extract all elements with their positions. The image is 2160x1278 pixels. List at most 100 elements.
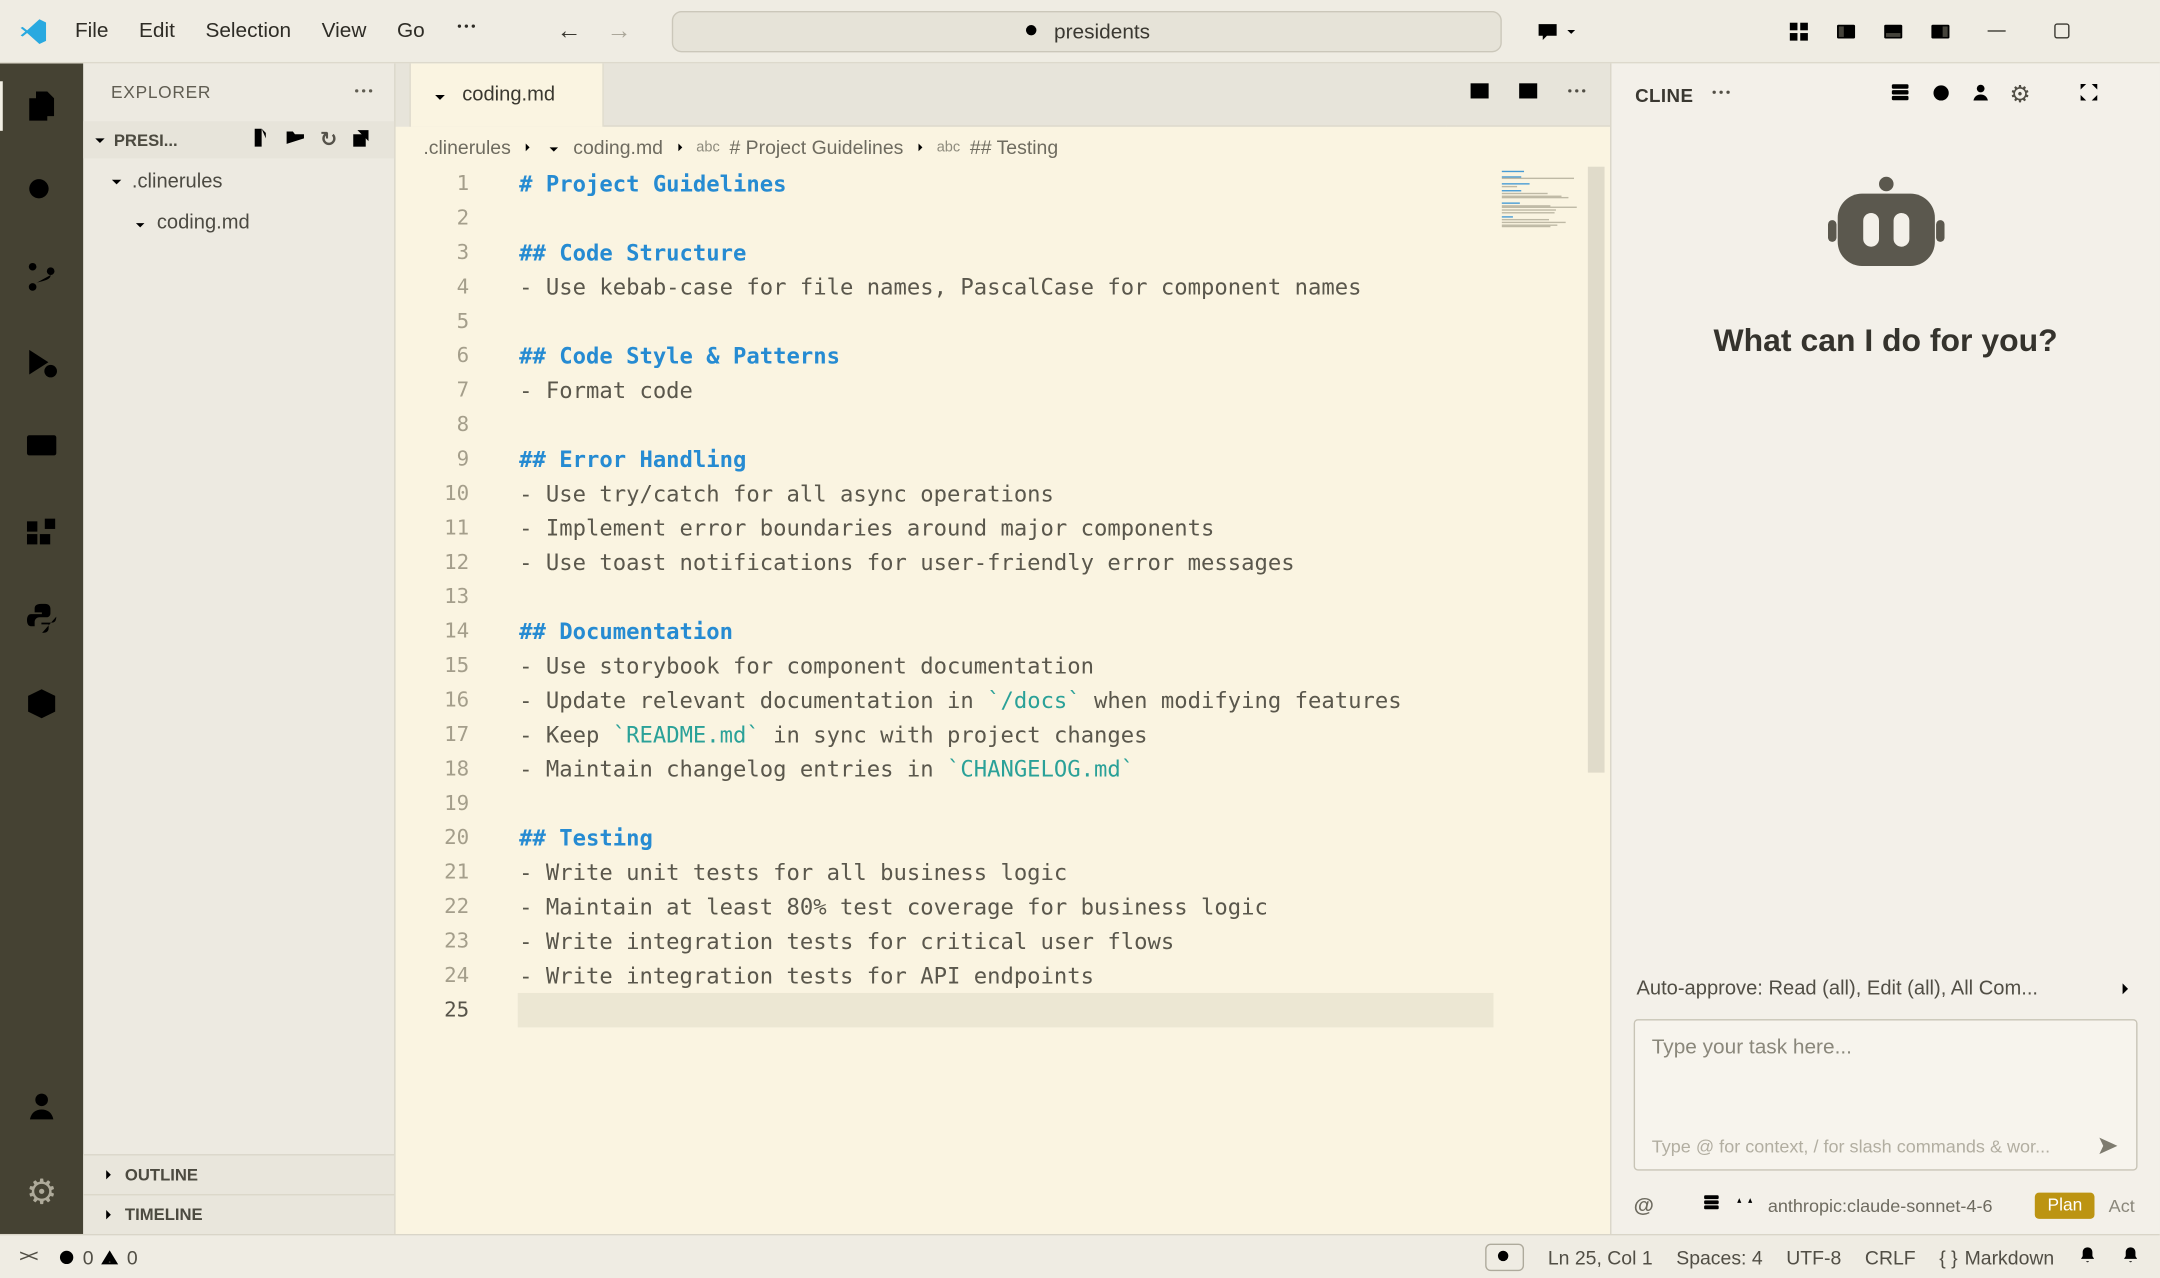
activity-settings[interactable]: ⚙ [0,1149,83,1234]
do-not-disturb-button[interactable] [2078,1245,2097,1268]
menu-more-icon[interactable] [440,10,493,51]
minimap[interactable] [1502,171,1583,231]
code-line[interactable]: 9## Error Handling [396,442,1611,476]
new-file-button[interactable] [250,127,272,153]
code-line[interactable]: 13 [396,580,1611,614]
maximize-button[interactable] [2029,0,2094,62]
code-line[interactable]: 17- Keep `README.md` in sync with projec… [396,718,1611,752]
code-line[interactable]: 19 [396,786,1611,820]
code-line[interactable]: 14## Documentation [396,614,1611,648]
code-line[interactable]: 5 [396,304,1611,338]
activity-explorer[interactable] [0,63,83,148]
menu-edit[interactable]: Edit [124,10,190,51]
language-mode[interactable]: { } Markdown [1939,1246,2054,1268]
activity-source-control[interactable] [0,234,83,319]
menu-go[interactable]: Go [382,10,440,51]
code-line[interactable]: 10- Use try/catch for all async operatio… [396,477,1611,511]
errors-item[interactable]: 0 0 [56,1246,137,1268]
split-editor-button[interactable] [1469,80,1491,109]
code-line[interactable]: 3## Code Structure [396,236,1611,270]
forward-button[interactable]: → [607,17,632,46]
breadcrumb-file[interactable]: coding.md [573,136,663,158]
collapse-all-button[interactable] [350,127,372,153]
zoom-indicator[interactable] [1485,1243,1524,1271]
command-center-search[interactable]: presidents [672,11,1502,52]
cost-scales-button[interactable] [1735,1192,1754,1218]
minimize-button[interactable] [1964,0,2029,62]
cline-mcp-button[interactable] [1889,81,1911,110]
breadcrumb-folder[interactable]: .clinerules [423,136,510,158]
notifications-button[interactable] [2121,1245,2140,1268]
tree-item-.clinerules[interactable]: .clinerules [83,161,394,202]
menu-selection[interactable]: Selection [190,10,306,51]
cline-new-task-button[interactable] [1848,81,1870,110]
editor-layout-button[interactable] [1517,80,1539,109]
cline-settings-button[interactable]: ⚙ [2009,83,2030,106]
send-icon[interactable] [2097,1135,2119,1157]
indentation[interactable]: Spaces: 4 [1676,1246,1762,1268]
mention-button[interactable]: @ [1634,1193,1654,1216]
code-line[interactable]: 4- Use kebab-case for file names, Pascal… [396,270,1611,304]
activity-run-debug[interactable] [0,320,83,405]
cline-more-button[interactable] [1710,81,1732,110]
activity-accounts[interactable] [0,1063,83,1148]
back-button[interactable]: ← [557,17,582,46]
code-line[interactable]: 11- Implement error boundaries around ma… [396,511,1611,545]
activity-extensions[interactable] [0,490,83,575]
tree-item-coding.md[interactable]: coding.md [83,202,394,243]
code-line[interactable]: 25 [396,993,1611,1027]
remote-indicator[interactable]: >< [19,1246,35,1267]
outline-section[interactable]: OUTLINE [83,1154,394,1194]
code-line[interactable]: 6## Code Style & Patterns [396,339,1611,373]
activity-containers[interactable] [0,661,83,746]
task-input[interactable]: Type your task here... Type @ for contex… [1634,1019,2138,1170]
cline-history-button[interactable] [1929,81,1951,110]
new-folder-button[interactable] [285,127,307,153]
code-line[interactable]: 23- Write integration tests for critical… [396,924,1611,958]
cline-expand-button[interactable] [2078,81,2100,110]
rules-button[interactable] [1701,1192,1720,1218]
activity-remote-explorer[interactable] [0,405,83,490]
code-line[interactable]: 2 [396,201,1611,235]
timeline-section[interactable]: TIMELINE [83,1194,394,1234]
encoding[interactable]: UTF-8 [1786,1246,1841,1268]
breadcrumb-symbol-2[interactable]: ## Testing [970,136,1058,158]
menu-view[interactable]: View [306,10,381,51]
toggle-panel-button[interactable] [1870,0,1917,62]
code-line[interactable]: 1# Project Guidelines [396,167,1611,201]
close-window-button[interactable] [2094,0,2159,62]
tab-coding-md[interactable]: coding.md [409,63,603,126]
menu-file[interactable]: File [60,10,124,51]
explorer-more-button[interactable] [353,79,375,105]
code-line[interactable]: 7- Format code [396,373,1611,407]
customize-layout-button[interactable] [1775,0,1822,62]
add-context-button[interactable] [1668,1192,1687,1218]
activity-python[interactable] [0,576,83,661]
editor-scrollbar[interactable] [1588,167,1605,773]
explorer-section-header[interactable]: PRESI... ↻ [83,121,394,158]
editor[interactable]: 1# Project Guidelines23## Code Structure… [396,167,1611,1234]
code-line[interactable]: 20## Testing [396,821,1611,855]
code-line[interactable]: 12- Use toast notifications for user-fri… [396,545,1611,579]
activity-search[interactable] [0,149,83,234]
editor-more-button[interactable] [1566,80,1588,109]
code-line[interactable]: 15- Use storybook for component document… [396,649,1611,683]
tab-close-icon[interactable] [566,85,585,104]
code-line[interactable]: 18- Maintain changelog entries in `CHANG… [396,752,1611,786]
code-line[interactable]: 22- Maintain at least 80% test coverage … [396,890,1611,924]
cline-account-button[interactable] [1969,81,1991,110]
code-line[interactable]: 8 [396,408,1611,442]
cline-close-button[interactable] [2118,81,2140,110]
code-line[interactable]: 16- Update relevant documentation in `/d… [396,683,1611,717]
code-line[interactable]: 21- Write unit tests for all business lo… [396,855,1611,889]
eol-sequence[interactable]: CRLF [1865,1246,1916,1268]
model-selector[interactable]: anthropic:claude-sonnet-4-6 [1768,1195,1993,1216]
toggle-primary-sidebar-button[interactable] [1822,0,1869,62]
auto-approve-bar[interactable]: Auto-approve: Read (all), Edit (all), Al… [1611,964,2159,1011]
plan-mode-toggle[interactable]: Plan [2035,1192,2095,1218]
code-line[interactable]: 24- Write integration tests for API endp… [396,959,1611,993]
act-mode-toggle[interactable]: Act [2109,1195,2138,1216]
chat-toggle-button[interactable] [1527,11,1588,52]
toggle-secondary-sidebar-button[interactable] [1917,0,1964,62]
refresh-button[interactable]: ↻ [320,129,337,150]
